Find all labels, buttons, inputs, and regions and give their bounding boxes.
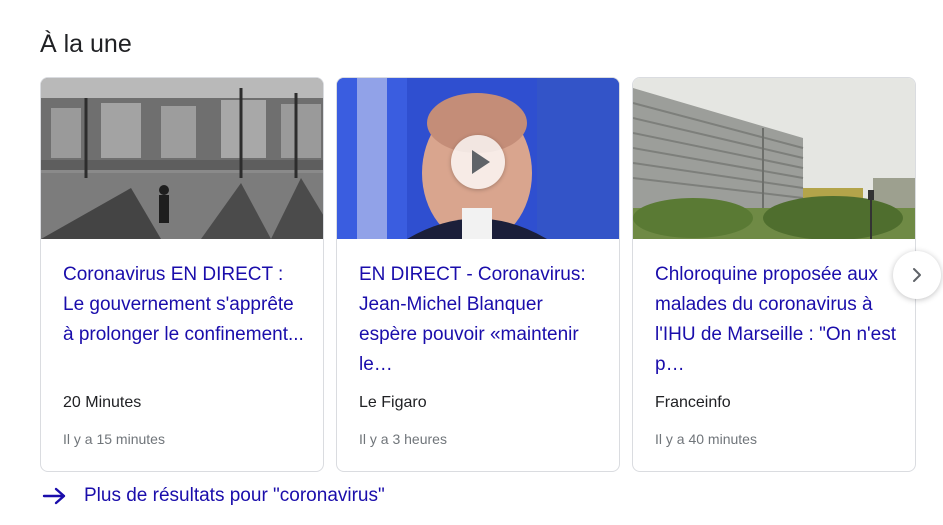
arrow-right-icon [42,487,66,505]
top-stories-carousel: Coronavirus EN DIRECT : Le gouvernement … [40,77,943,473]
news-timestamp: Il y a 40 minutes [655,431,757,447]
news-timestamp: Il y a 15 minutes [63,431,165,447]
news-card[interactable]: EN DIRECT - Coronavirus: Jean-Michel Bla… [336,77,620,472]
news-thumbnail [337,78,619,239]
news-timestamp: Il y a 3 heures [359,431,447,447]
news-card[interactable]: Coronavirus EN DIRECT : Le gouvernement … [40,77,324,472]
news-source: Franceinfo [655,394,731,411]
news-headline[interactable]: Coronavirus EN DIRECT : Le gouvernement … [63,260,308,350]
news-card[interactable]: Chloroquine proposée aux malades du coro… [632,77,916,472]
carousel-next-button[interactable] [893,251,941,299]
play-icon [471,150,490,174]
news-thumbnail [41,78,323,239]
more-results-link[interactable]: Plus de résultats pour "coronavirus" [42,484,385,508]
news-headline[interactable]: EN DIRECT - Coronavirus: Jean-Michel Bla… [359,260,604,380]
news-thumbnail [633,78,915,239]
more-results-label[interactable]: Plus de résultats pour "coronavirus" [84,484,385,508]
news-headline[interactable]: Chloroquine proposée aux malades du coro… [655,260,900,380]
chevron-right-icon [913,268,921,282]
play-button[interactable] [451,135,505,189]
section-title: À la une [40,30,132,58]
news-source: 20 Minutes [63,394,142,411]
news-source: Le Figaro [359,394,427,411]
